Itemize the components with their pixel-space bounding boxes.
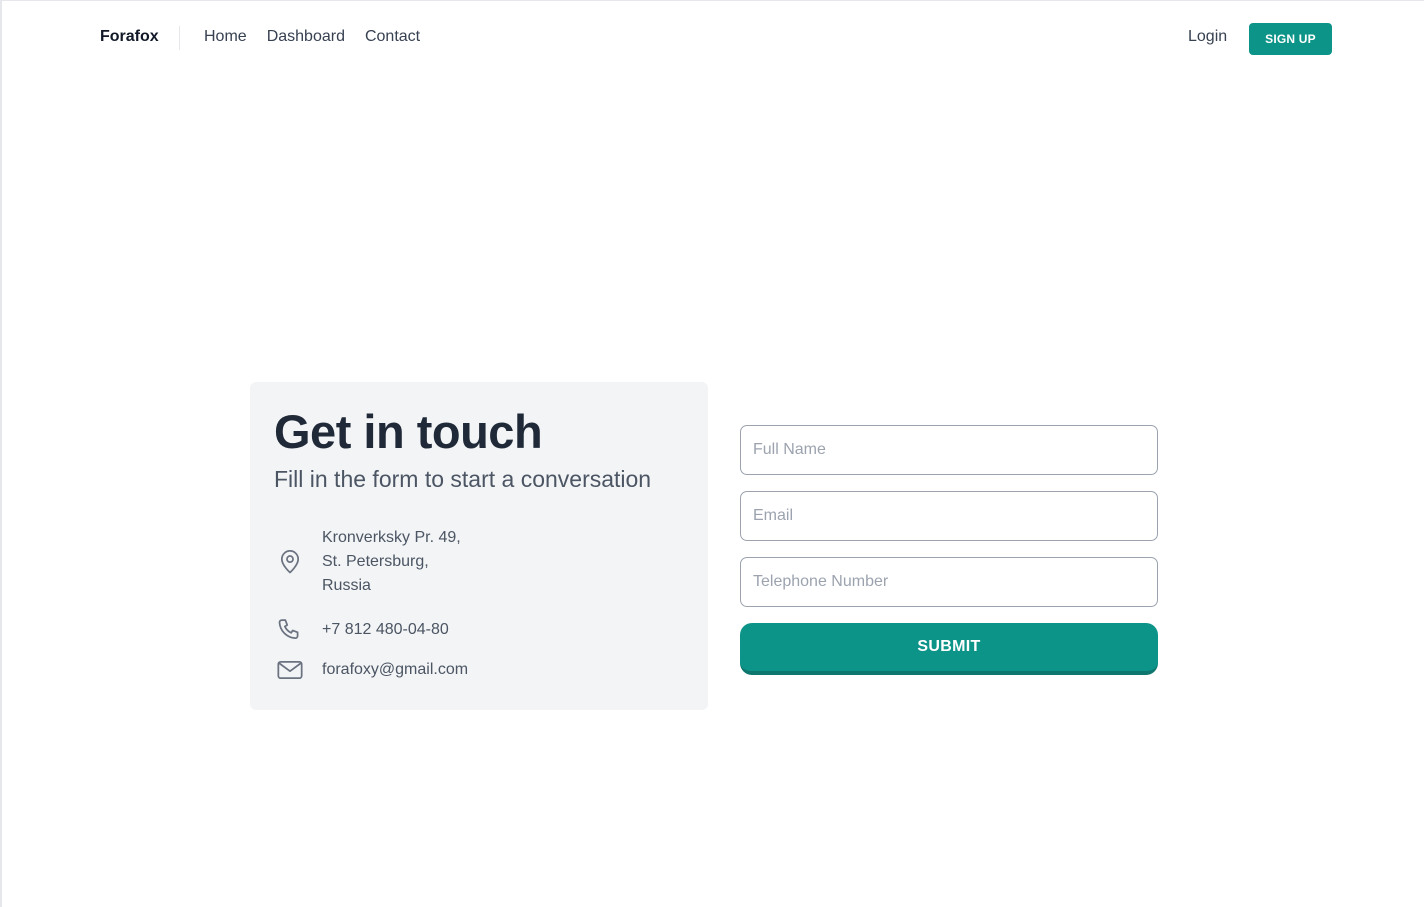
address-line-3: Russia	[322, 577, 371, 594]
phone-row: +7 812 480-04-80	[274, 614, 449, 646]
address-text: Kronverksky Pr. 49, St. Petersburg, Russ…	[322, 526, 461, 598]
email-row: forafoxy@gmail.com	[274, 654, 468, 686]
top-navbar: Forafox Home Dashboard Contact Login SIG…	[2, 1, 1424, 77]
phone-number: +7 812 480-04-80	[322, 621, 449, 638]
page-title: Get in touch	[274, 405, 543, 458]
full-name-input[interactable]	[740, 425, 1158, 475]
telephone-input[interactable]	[740, 557, 1158, 607]
signup-button[interactable]: SIGN UP	[1249, 23, 1332, 55]
email-address: forafoxy@gmail.com	[322, 661, 469, 678]
nav-link-contact[interactable]: Contact	[365, 28, 420, 46]
address-line-1: Kronverksky Pr. 49,	[322, 529, 461, 546]
nav-link-dashboard[interactable]: Dashboard	[267, 28, 345, 46]
nav-link-home[interactable]: Home	[204, 28, 247, 46]
contact-form: SUBMIT	[740, 425, 1158, 675]
email-input[interactable]	[740, 491, 1158, 541]
phone-icon	[274, 614, 306, 646]
location-pin-icon	[274, 546, 306, 578]
contact-info-card: Get in touch Fill in the form to start a…	[250, 382, 708, 710]
nav-divider	[179, 26, 180, 50]
nav-links: Home Dashboard Contact	[204, 28, 420, 46]
login-link[interactable]: Login	[1188, 28, 1227, 46]
mail-icon	[274, 654, 306, 686]
submit-button[interactable]: SUBMIT	[740, 623, 1158, 675]
address-line-2: St. Petersburg,	[322, 553, 429, 570]
address-row: Kronverksky Pr. 49, St. Petersburg, Russ…	[274, 526, 461, 598]
page-subtitle: Fill in the form to start a conversation	[274, 466, 652, 492]
brand-logo[interactable]: Forafox	[100, 28, 159, 46]
page-frame: Forafox Home Dashboard Contact Login SIG…	[0, 0, 1424, 907]
